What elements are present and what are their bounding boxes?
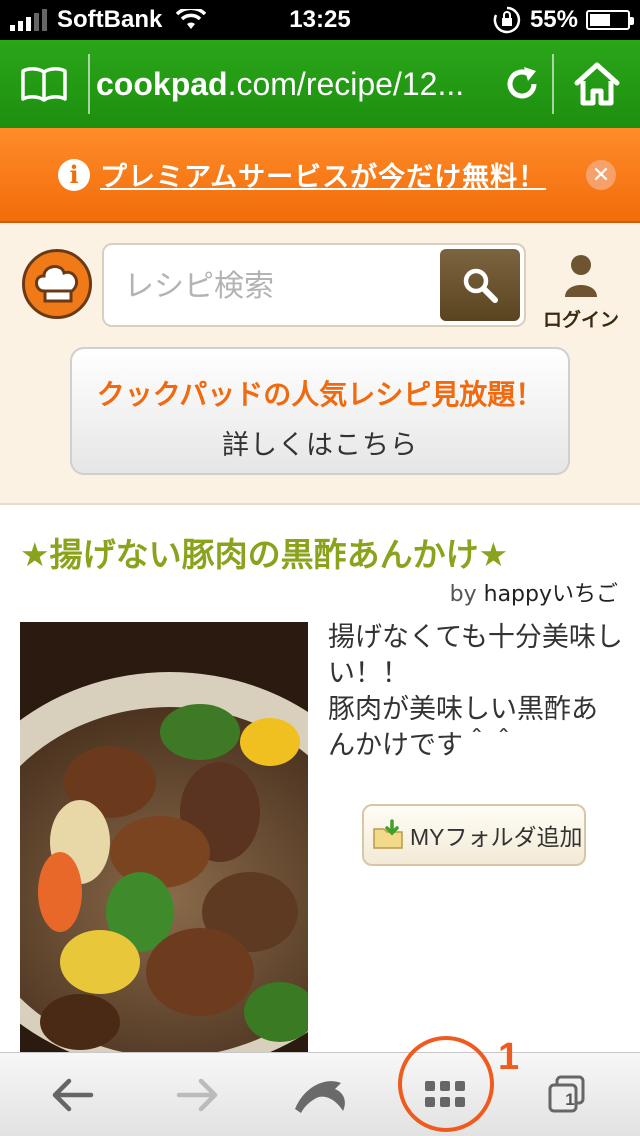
reload-icon — [507, 67, 537, 99]
dolphin-button[interactable] — [276, 1053, 366, 1136]
url-domain: cookpad — [96, 65, 228, 102]
login-label: ログイン — [542, 309, 619, 331]
recipe-search-input[interactable] — [124, 261, 424, 311]
battery-percent: 55% — [529, 6, 578, 33]
promo-details-link: 詳しくはこちら — [222, 430, 418, 461]
recipe-title[interactable]: ★揚げない豚肉の黒酢あんかけ★ — [20, 528, 630, 576]
info-icon: i — [58, 158, 90, 191]
url-path: .com/recipe/12... — [227, 65, 465, 102]
book-icon — [21, 67, 67, 102]
cookpad-logo[interactable] — [22, 249, 92, 319]
annotation-number: 1 — [498, 1036, 520, 1078]
carrier-name: SoftBank — [57, 6, 163, 33]
recipe-description: 揚げなくても十分美味しい！！ 豚肉が美味しい黒酢あんかけです＾＾ — [328, 620, 624, 764]
recipe-author: by happyいちご — [450, 576, 618, 608]
description-line-2: 豚肉が美味しい黒酢あんかけです＾＾ — [328, 694, 598, 761]
url-field[interactable]: cookpad.com/recipe/12... — [90, 66, 492, 103]
login-button[interactable]: ログイン — [536, 253, 626, 332]
premium-promo-button[interactable]: クックパッドの人気レシピ見放題！ 詳しくはこちら — [70, 347, 570, 475]
home-button[interactable] — [554, 40, 640, 128]
search-button[interactable] — [440, 249, 520, 321]
reload-button[interactable] — [492, 40, 552, 128]
description-line-1: 揚げなくても十分美味しい！！ — [328, 622, 623, 689]
add-to-my-folder-button[interactable]: MYフォルダ追加 — [362, 804, 586, 866]
bookmarks-button[interactable] — [0, 40, 88, 128]
search-icon — [463, 268, 498, 303]
back-button[interactable] — [28, 1053, 118, 1136]
home-icon — [574, 62, 620, 106]
wifi-icon — [176, 9, 207, 29]
browser-toolbar: 1 — [0, 1052, 640, 1136]
browser-url-bar: cookpad.com/recipe/12... — [0, 40, 640, 128]
battery-fill — [590, 14, 610, 26]
premium-service-link[interactable]: プレミアムサービスが今だけ無料！ — [100, 155, 546, 194]
forward-arrow-icon — [176, 1078, 218, 1112]
site-header: ログイン クックパッドの人気レシピ見放題！ 詳しくはこちら — [0, 223, 640, 505]
battery-icon — [586, 10, 634, 30]
chef-hat-icon — [35, 265, 78, 303]
author-prefix: by — [449, 582, 484, 607]
dolphin-icon — [295, 1081, 345, 1113]
signal-strength-icon — [10, 9, 47, 31]
forward-button[interactable] — [152, 1053, 242, 1136]
status-bar: SoftBank 13:25 55% — [0, 0, 640, 40]
tabs-button[interactable]: 1 — [522, 1053, 612, 1136]
user-icon — [565, 255, 597, 297]
annotation-highlight-circle — [398, 1036, 494, 1132]
premium-banner: i プレミアムサービスが今だけ無料！ ✕ — [0, 128, 640, 223]
close-icon[interactable]: ✕ — [586, 160, 616, 190]
back-arrow-icon — [52, 1078, 94, 1112]
promo-headline: クックパッドの人気レシピ見放題！ — [96, 378, 544, 411]
rotation-lock-icon — [493, 6, 521, 34]
tab-count: 1 — [565, 1090, 575, 1109]
recipe-photo[interactable] — [20, 622, 308, 1052]
search-box — [102, 243, 526, 327]
author-name[interactable]: happyいちご — [484, 582, 618, 607]
folder-add-icon — [373, 819, 403, 849]
folder-button-label: MYフォルダ追加 — [410, 824, 583, 850]
recipe-photo-image — [20, 622, 308, 1052]
